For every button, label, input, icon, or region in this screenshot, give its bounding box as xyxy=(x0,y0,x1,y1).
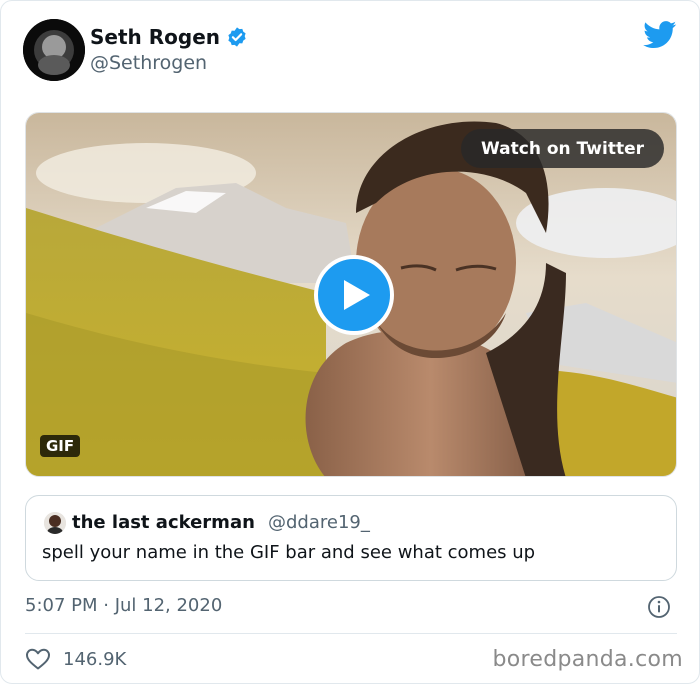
quoted-tweet[interactable]: the last ackerman @ddare19_ spell your n… xyxy=(25,495,677,581)
quoted-author-handle: @ddare19_ xyxy=(268,512,370,533)
like-count: 146.9K xyxy=(63,648,127,670)
watch-on-twitter-button[interactable]: Watch on Twitter xyxy=(461,129,664,168)
info-icon[interactable] xyxy=(647,595,671,619)
heart-icon[interactable] xyxy=(25,647,51,671)
verified-badge-icon xyxy=(228,27,246,47)
quoted-tweet-text: spell your name in the GIF bar and see w… xyxy=(42,542,536,563)
gif-badge: GIF xyxy=(40,435,81,457)
play-icon xyxy=(344,280,370,310)
author-name[interactable]: Seth Rogen xyxy=(90,25,220,49)
like-action[interactable]: 146.9K xyxy=(25,647,126,671)
author-avatar[interactable] xyxy=(23,19,85,81)
author-handle[interactable]: @Sethrogen xyxy=(90,52,207,74)
author-name-row: Seth Rogen xyxy=(90,25,248,49)
tweet-timestamp[interactable]: 5:07 PM · Jul 12, 2020 xyxy=(25,595,222,616)
divider xyxy=(25,633,677,634)
play-button[interactable] xyxy=(314,255,394,335)
quoted-author-name: the last ackerman xyxy=(72,512,255,533)
watermark: boredpanda.com xyxy=(492,647,683,672)
quoted-avatar xyxy=(44,512,66,534)
gif-media[interactable]: Watch on Twitter GIF xyxy=(25,112,677,477)
twitter-bird-icon[interactable] xyxy=(643,21,677,49)
tweet-card: Seth Rogen @Sethrogen Watch on Twitter G… xyxy=(0,0,700,684)
